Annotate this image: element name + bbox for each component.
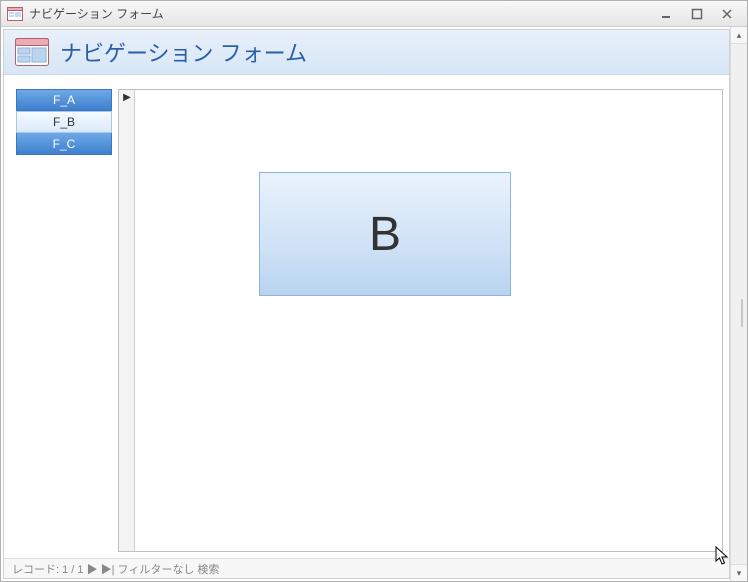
navigation-form-icon <box>14 37 50 67</box>
close-button[interactable] <box>713 5 741 23</box>
nav-tabs: F_A F_B F_C <box>16 89 112 552</box>
subform-content: B <box>135 90 722 551</box>
status-bar: レコード: 1 / 1 ▶ ▶| フィルターなし 検索 <box>4 558 729 578</box>
nav-tab-f-b[interactable]: F_B <box>16 111 112 133</box>
form-header: ナビゲーション フォーム <box>4 30 729 75</box>
nav-tab-f-c[interactable]: F_C <box>16 133 112 155</box>
form-icon <box>7 6 23 22</box>
status-text: レコード: 1 / 1 ▶ ▶| フィルターなし 検索 <box>12 561 219 577</box>
maximize-button[interactable] <box>683 5 711 23</box>
content-letter: B <box>369 207 401 262</box>
form-title: ナビゲーション フォーム <box>60 36 307 68</box>
client-area: ナビゲーション フォーム F_A F_B F_C ▶ <box>1 27 747 581</box>
nav-tab-f-a[interactable]: F_A <box>16 89 112 111</box>
content-display-box: B <box>259 172 511 296</box>
current-record-marker-icon: ▶ <box>119 90 135 104</box>
app-window: ナビゲーション フォーム <box>0 0 748 582</box>
form-body: F_A F_B F_C ▶ B <box>4 75 729 558</box>
subform-container: ▶ B <box>118 89 723 552</box>
scroll-down-icon[interactable]: ▾ <box>731 564 747 581</box>
scroll-up-icon[interactable]: ▴ <box>731 27 747 44</box>
nav-tab-label: F_B <box>53 115 75 129</box>
nav-tab-label: F_A <box>53 93 75 107</box>
window-title: ナビゲーション フォーム <box>29 5 164 22</box>
nav-tab-label: F_C <box>53 137 76 151</box>
record-selector[interactable]: ▶ <box>119 90 135 551</box>
minimize-button[interactable] <box>653 5 681 23</box>
titlebar: ナビゲーション フォーム <box>1 1 747 27</box>
form-surface: ナビゲーション フォーム F_A F_B F_C ▶ <box>3 29 730 579</box>
scroll-thumb[interactable] <box>741 299 743 327</box>
vertical-scrollbar[interactable]: ▴ ▾ <box>730 27 747 581</box>
